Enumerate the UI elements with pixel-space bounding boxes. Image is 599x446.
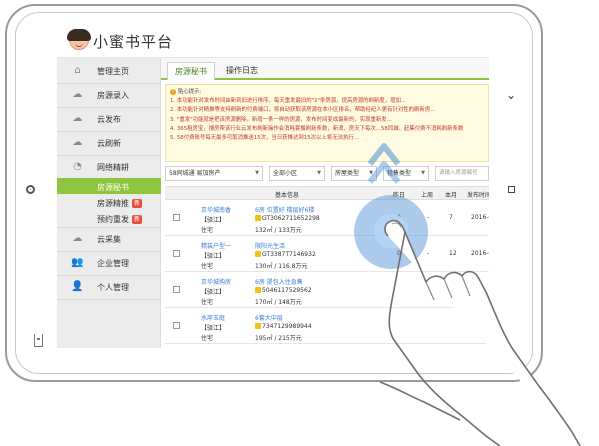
stage: ⌄ 小蜜书平台 ⌂ 管理主页 ☁ 房源录入 ☁ 云发布 ☁ 云刷新 ◔ 网络精耕… xyxy=(0,0,599,446)
pointing-hand-icon xyxy=(379,219,581,446)
